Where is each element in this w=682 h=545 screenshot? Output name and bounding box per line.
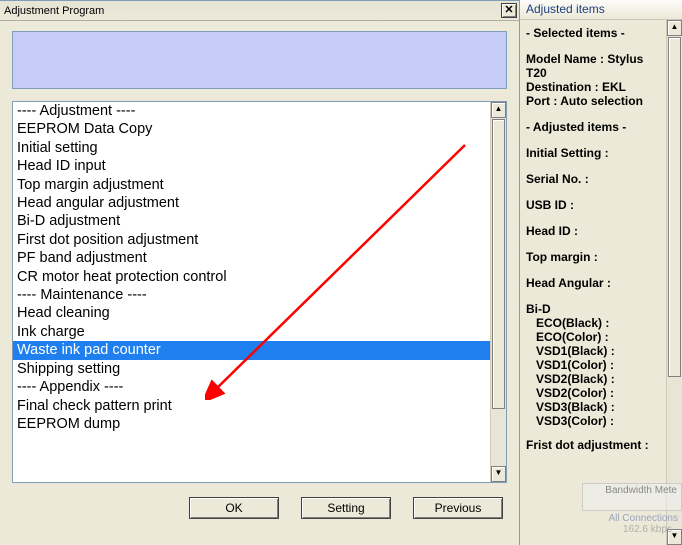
sidebar-scroll-thumb[interactable] (668, 37, 681, 377)
adjusted-items-panel: Adjusted items - Selected items - Model … (520, 0, 682, 545)
list-item[interactable]: Ink charge (13, 323, 490, 341)
sidebar-scroll-down-button[interactable]: ▼ (667, 529, 682, 545)
button-row: OK Setting Previous (12, 497, 507, 519)
list-item[interactable]: EEPROM dump (13, 415, 490, 433)
window-title: Adjustment Program (4, 5, 501, 17)
sidebar-bid-row: VSD3(Black) : (526, 400, 660, 414)
sidebar-row: Head ID : (526, 224, 660, 238)
list-item[interactable]: CR motor heat protection control (13, 268, 490, 286)
sidebar-body: - Selected items - Model Name : Stylus T… (520, 20, 666, 545)
ok-button[interactable]: OK (189, 497, 279, 519)
list-item[interactable]: Shipping setting (13, 360, 490, 378)
model-name-label: Model Name : Stylus T20 (526, 52, 660, 80)
list-item[interactable]: Initial setting (13, 139, 490, 157)
close-button[interactable]: ✕ (501, 3, 517, 18)
list-section-header: ---- Maintenance ---- (13, 286, 490, 304)
sidebar-bid-row: VSD1(Black) : (526, 344, 660, 358)
list-section-header: ---- Adjustment ---- (13, 102, 490, 120)
list-scroll-area: ---- Adjustment ----EEPROM Data CopyInit… (13, 102, 490, 482)
port-label: Port : Auto selection (526, 94, 660, 108)
close-icon: ✕ (504, 4, 513, 16)
adjusted-items-heading: - Adjusted items - (526, 120, 660, 134)
sidebar-scroll-up-button[interactable]: ▲ (667, 20, 682, 36)
list-item[interactable]: First dot position adjustment (13, 231, 490, 249)
sidebar-bid-row: VSD1(Color) : (526, 358, 660, 372)
sidebar-row: Top margin : (526, 250, 660, 264)
list-item[interactable]: Final check pattern print (13, 397, 490, 415)
list-item[interactable]: PF band adjustment (13, 249, 490, 267)
selected-items-heading: - Selected items - (526, 26, 660, 40)
sidebar-bid-row: ECO(Black) : (526, 316, 660, 330)
sidebar-scrollbar[interactable]: ▲ ▼ (666, 20, 682, 545)
adjustment-program-dialog: Adjustment Program ✕ ---- Adjustment ---… (0, 0, 520, 545)
sidebar-row: Initial Setting : (526, 146, 660, 160)
list-section-header: ---- Appendix ---- (13, 378, 490, 396)
adjustment-listbox[interactable]: ---- Adjustment ----EEPROM Data CopyInit… (12, 101, 507, 483)
titlebar: Adjustment Program ✕ (0, 1, 519, 21)
list-item[interactable]: Waste ink pad counter (13, 341, 490, 359)
sidebar-title: Adjusted items (520, 0, 682, 20)
list-item[interactable]: Top margin adjustment (13, 176, 490, 194)
sidebar-bid-row: VSD2(Color) : (526, 386, 660, 400)
list-item[interactable]: EEPROM Data Copy (13, 120, 490, 138)
sidebar-bid-row: ECO(Color) : (526, 330, 660, 344)
sidebar-row: Head Angular : (526, 276, 660, 290)
sidebar-row: Serial No. : (526, 172, 660, 186)
list-item[interactable]: Head ID input (13, 157, 490, 175)
first-dot-label: Frist dot adjustment : (526, 438, 660, 452)
bid-label: Bi-D (526, 302, 660, 316)
destination-label: Destination : EKL (526, 80, 660, 94)
sidebar-row: USB ID : (526, 198, 660, 212)
list-item[interactable]: Bi-D adjustment (13, 212, 490, 230)
scroll-thumb[interactable] (492, 119, 505, 409)
sidebar-bid-row: VSD3(Color) : (526, 414, 660, 428)
list-item[interactable]: Head cleaning (13, 304, 490, 322)
sidebar-bid-row: VSD2(Black) : (526, 372, 660, 386)
banner-area (12, 31, 507, 89)
list-item[interactable]: Head angular adjustment (13, 194, 490, 212)
setting-button[interactable]: Setting (301, 497, 391, 519)
listbox-scrollbar[interactable]: ▲ ▼ (490, 102, 506, 482)
scroll-down-button[interactable]: ▼ (491, 466, 506, 482)
previous-button[interactable]: Previous (413, 497, 503, 519)
scroll-up-button[interactable]: ▲ (491, 102, 506, 118)
